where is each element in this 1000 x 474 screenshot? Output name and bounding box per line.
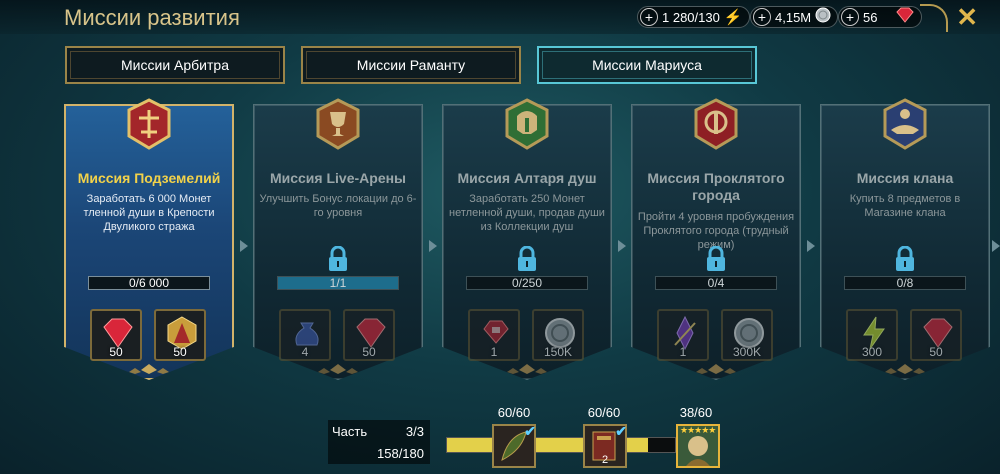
reward-slot[interactable]: 300: [846, 309, 898, 361]
mission-title: Миссия Подземелий: [77, 170, 221, 186]
helmet-emblem-icon: [505, 98, 549, 150]
mission-description: Улучшить Бонус локации до 6-го уровня: [259, 193, 417, 219]
card-ornament: [129, 364, 169, 374]
reward-value: 50: [362, 345, 376, 359]
stage-reward-2[interactable]: ✔ 2: [583, 423, 627, 468]
reward-value: 4: [301, 345, 309, 359]
mission-title: Миссия Алтаря душ: [457, 170, 597, 186]
reward-value: 1: [679, 345, 687, 359]
mission-progress-bar: 0/250: [466, 276, 588, 290]
stage-count: 2: [601, 454, 609, 466]
reward-value: 300: [861, 345, 883, 359]
mission-title: Миссия Проклятого города: [647, 170, 785, 203]
reward-slot[interactable]: 50: [343, 309, 395, 361]
reward-slot[interactable]: 50: [910, 309, 962, 361]
plus-icon[interactable]: +: [841, 8, 859, 26]
cursed-city-emblem-icon: [694, 98, 738, 150]
lock-icon: [518, 246, 536, 271]
progress-text: 1/1: [329, 276, 347, 290]
reward-slot[interactable]: 50: [154, 309, 206, 361]
progress-text: 0/4: [707, 276, 725, 290]
trophy-emblem-icon: [316, 98, 360, 150]
energy-value: 1 280/130: [662, 9, 720, 25]
star-rating-icon: ★★★★★: [680, 425, 716, 435]
reward-value: 50: [109, 345, 123, 359]
mission-description: Купить 8 предметов в Магазине клана: [849, 193, 961, 219]
part-value: 3/3: [405, 424, 424, 439]
reward-slot[interactable]: 4: [279, 309, 331, 361]
lock-icon: [329, 246, 347, 271]
stage-label: 60/60: [587, 405, 621, 420]
stage-label: 38/60: [679, 405, 713, 420]
checkmark-icon: ✔: [524, 423, 536, 439]
part-progress-box: Часть 3/3 158/180: [328, 420, 430, 464]
reward-value: 1: [490, 345, 498, 359]
arrow-right-icon: [240, 240, 248, 252]
mission-title: Миссия Live-Арены: [269, 170, 407, 186]
card-ornament: [507, 364, 547, 374]
progress-text: 0/8: [896, 276, 914, 290]
ruby-gem-icon: [895, 7, 915, 27]
reward-slot[interactable]: 50: [90, 309, 142, 361]
tab-arbiter-missions[interactable]: Миссии Арбитра: [65, 46, 285, 84]
plus-icon[interactable]: +: [753, 8, 771, 26]
progress-text: 0/6 000: [128, 276, 170, 290]
reward-value: 50: [929, 345, 943, 359]
progress-text: 0/250: [511, 276, 543, 290]
handshake-emblem-icon: [883, 98, 927, 150]
reward-value: 50: [173, 345, 187, 359]
mission-card-clan[interactable]: Миссия клана Купить 8 предметов в Магази…: [820, 98, 990, 380]
mission-progress-bar: 0/4: [655, 276, 777, 290]
arrow-right-icon: [807, 240, 815, 252]
reward-slot[interactable]: 1: [657, 309, 709, 361]
energy-resource[interactable]: + 1 280/130 ⚡: [637, 6, 750, 28]
page-title: Миссии развития: [64, 5, 240, 30]
stage-reward-1[interactable]: ✔: [492, 423, 536, 468]
arrow-right-icon: [992, 240, 1000, 252]
arrow-right-icon: [618, 240, 626, 252]
part-count: 158/180: [377, 446, 424, 461]
plus-icon[interactable]: +: [640, 8, 658, 26]
checkmark-icon: ✔: [615, 423, 627, 439]
mission-description: Заработать 250 Монет нетленной души, про…: [449, 193, 605, 233]
reward-slot[interactable]: 1: [468, 309, 520, 361]
energy-bolt-icon: ⚡: [723, 9, 743, 26]
reward-value: 150K: [543, 345, 573, 359]
card-ornament: [696, 364, 736, 374]
lock-icon: [707, 246, 725, 271]
mission-progress-bar: 1/1: [277, 276, 399, 290]
silver-value: 4,15M: [775, 9, 812, 25]
reward-slot[interactable]: 300K: [721, 309, 773, 361]
card-ornament: [318, 364, 358, 374]
gems-value: 56: [863, 9, 878, 25]
mission-card-soul-altar[interactable]: Миссия Алтаря душ Заработать 250 Монет н…: [442, 98, 612, 380]
reward-value: 300K: [732, 345, 762, 359]
close-button[interactable]: ✕: [956, 2, 978, 33]
silver-resource[interactable]: + 4,15M: [750, 6, 839, 28]
arrow-right-icon: [429, 240, 437, 252]
part-progress-track: [446, 437, 676, 453]
tab-ramantu-missions[interactable]: Миссии Раманту: [301, 46, 521, 84]
mission-card-cursed-city[interactable]: Миссия Проклятого города Пройти 4 уровня…: [631, 98, 801, 380]
gems-resource[interactable]: + 56: [838, 6, 923, 28]
mission-progress-bar: 0/8: [844, 276, 966, 290]
stage-label: 60/60: [497, 405, 531, 420]
mission-card-dungeons[interactable]: Миссия Подземелий Заработать 6 000 Монет…: [64, 98, 234, 380]
dungeon-emblem-icon: [127, 98, 171, 150]
tab-marius-missions[interactable]: Миссии Мариуса: [537, 46, 757, 84]
stage-reward-3[interactable]: ★★★★★: [676, 424, 720, 468]
mission-title: Миссия клана: [856, 170, 954, 186]
mission-card-live-arena[interactable]: Миссия Live-Арены Улучшить Бонус локации…: [253, 98, 423, 380]
lock-icon: [896, 246, 914, 271]
mission-progress-bar: 0/6 000: [88, 276, 210, 290]
mission-description: Заработать 6 000 Монет тленной души в Кр…: [83, 193, 215, 233]
card-ornament: [885, 364, 925, 374]
part-label: Часть: [332, 424, 368, 439]
reward-slot[interactable]: 150K: [532, 309, 584, 361]
silver-coin-icon: [815, 7, 831, 27]
